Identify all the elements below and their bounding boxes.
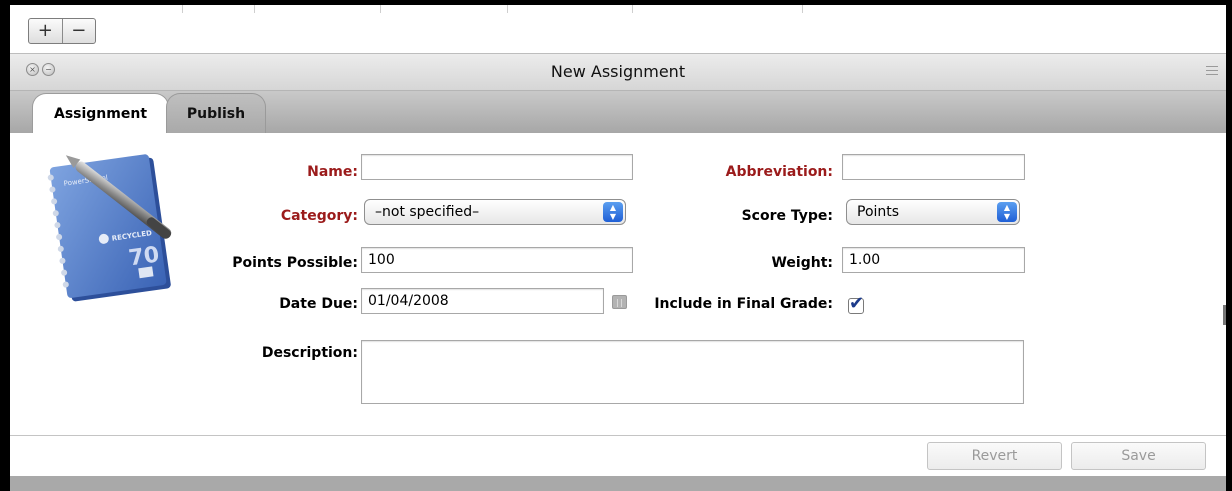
window-resize-mark bbox=[1223, 305, 1226, 325]
notebook-icon: PowerSchool RECYCLED 70 bbox=[47, 154, 172, 302]
checkmark-icon: ✔ bbox=[849, 293, 865, 314]
name-field[interactable] bbox=[361, 154, 633, 180]
plus-icon[interactable]: + bbox=[29, 19, 62, 43]
window-title: New Assignment bbox=[550, 62, 686, 81]
category-select[interactable]: –not specified– ▲ ▼ bbox=[364, 199, 626, 225]
calendar-icon[interactable] bbox=[612, 295, 627, 309]
notebook-number: 70 bbox=[127, 242, 161, 271]
weight-field[interactable]: 1.00 bbox=[842, 247, 1025, 273]
weight-label: Weight: bbox=[771, 255, 833, 271]
description-label: Description: bbox=[261, 345, 358, 361]
window-frame-right bbox=[1226, 0, 1232, 491]
save-button[interactable]: Save bbox=[1071, 442, 1206, 470]
up-down-arrows-icon: ▲ ▼ bbox=[603, 202, 623, 222]
minus-icon[interactable]: − bbox=[61, 19, 96, 43]
include-final-grade-label: Include in Final Grade: bbox=[654, 296, 833, 312]
score-type-label: Score Type: bbox=[741, 208, 833, 224]
name-label: Name: bbox=[307, 164, 358, 180]
tab-bar: Assignment Publish bbox=[10, 91, 1226, 133]
description-field[interactable] bbox=[361, 340, 1024, 404]
category-select-value: –not specified– bbox=[375, 204, 480, 220]
background-bottom-strip bbox=[10, 476, 1226, 491]
points-possible-field[interactable]: 100 bbox=[361, 247, 633, 273]
score-type-select-value: Points bbox=[857, 204, 900, 220]
date-due-field[interactable]: 01/04/2008 bbox=[361, 288, 604, 314]
window-frame-left bbox=[0, 0, 10, 491]
include-final-grade-checkbox[interactable]: ✔ bbox=[848, 293, 864, 314]
abbreviation-label: Abbreviation: bbox=[725, 164, 833, 180]
background-column-strip bbox=[10, 5, 1226, 13]
tab-publish[interactable]: Publish bbox=[166, 93, 266, 133]
menu-icon[interactable] bbox=[1206, 66, 1218, 76]
assignment-form: PowerSchool RECYCLED 70 Name: Abbreviati… bbox=[10, 133, 1226, 435]
window-titlebar: × − New Assignment bbox=[10, 54, 1226, 91]
add-remove-group: + − bbox=[28, 18, 96, 44]
form-footer: Revert Save bbox=[10, 435, 1226, 477]
list-toolbar: + − bbox=[10, 13, 1226, 54]
category-label: Category: bbox=[280, 208, 358, 224]
date-due-label: Date Due: bbox=[279, 296, 358, 312]
revert-button[interactable]: Revert bbox=[927, 442, 1062, 470]
up-down-arrows-icon: ▲ ▼ bbox=[997, 202, 1017, 222]
abbreviation-field[interactable] bbox=[842, 154, 1025, 180]
points-possible-label: Points Possible: bbox=[232, 255, 358, 271]
tab-assignment[interactable]: Assignment bbox=[32, 93, 169, 133]
score-type-select[interactable]: Points ▲ ▼ bbox=[846, 199, 1020, 225]
